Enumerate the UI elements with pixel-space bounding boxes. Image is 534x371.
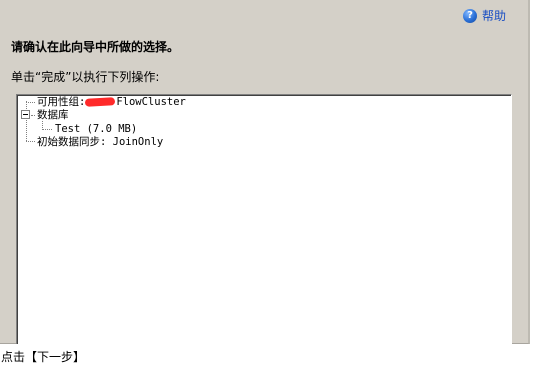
page-heading: 请确认在此向导中所做的选择。 [11, 40, 180, 54]
tree-connector [26, 141, 35, 142]
help-label: 帮助 [481, 9, 506, 23]
help-link[interactable]: ? 帮助 [462, 7, 506, 24]
instruction-text: 单击“完成”以执行下列操作: [11, 70, 160, 84]
summary-tree[interactable]: 可用性组: FlowCluster 数据库 Test (7.0 MB) 初始数据同… [16, 94, 512, 344]
caption-text: 点击【下一步】 [1, 350, 86, 364]
tree-connector [26, 102, 35, 103]
tree-connector [42, 129, 52, 130]
initial-sync-label: 初始数据同步: JoinOnly [37, 136, 164, 148]
databases-label: 数据库 [37, 109, 69, 121]
availability-group-value: FlowCluster [116, 96, 186, 108]
tree-node-databases[interactable]: 数据库 [37, 109, 69, 122]
tree-node-availability-group[interactable]: 可用性组: FlowCluster [37, 96, 186, 109]
tree-root-connector [26, 101, 27, 141]
redaction-mark [85, 97, 116, 107]
availability-group-label: 可用性组: [37, 96, 86, 108]
help-icon: ? [462, 8, 477, 23]
wizard-panel: ? 帮助 请确认在此向导中所做的选择。 单击“完成”以执行下列操作: 可用性组:… [0, 0, 530, 344]
tree-connector [31, 115, 35, 116]
collapse-toggle-icon[interactable] [21, 110, 30, 119]
tree-node-database-item[interactable]: Test (7.0 MB) [55, 123, 137, 136]
tree-node-initial-sync[interactable]: 初始数据同步: JoinOnly [37, 136, 163, 149]
database-item-label: Test (7.0 MB) [55, 123, 138, 135]
